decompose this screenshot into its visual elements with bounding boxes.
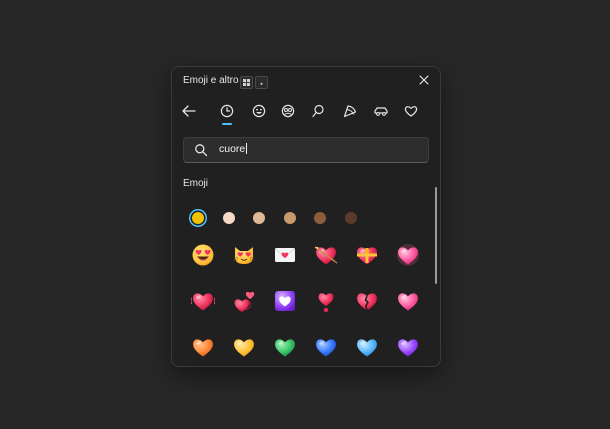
arrow-left-icon (182, 105, 196, 117)
emoji-love-letter[interactable] (272, 242, 298, 268)
broken-heart-icon (357, 293, 377, 311)
glowing-heart-icon (397, 244, 419, 266)
emoji-panel: Emoji e altro cuore Emoji (171, 66, 441, 367)
search-value: cuore (219, 143, 246, 155)
emoji-glowing-heart[interactable] (395, 242, 421, 268)
tab-recent[interactable] (215, 100, 239, 125)
skin-tone-swatch-2[interactable] (222, 212, 235, 224)
smiley-icon (252, 104, 266, 118)
clock-icon (220, 104, 234, 118)
search-field[interactable]: cuore (183, 137, 429, 163)
panel-title: Emoji e altro (183, 75, 239, 86)
skin-tone-swatch-4[interactable] (283, 212, 296, 224)
emoji-cat-with-heart-eyes[interactable] (231, 242, 257, 268)
emoji-green-heart[interactable] (272, 334, 298, 360)
emoji-growing-heart[interactable] (395, 288, 421, 314)
tab-food[interactable] (338, 100, 362, 122)
cat-with-heart-eyes-icon (233, 247, 255, 264)
growing-heart-icon (398, 293, 418, 311)
balloon-icon (312, 104, 324, 118)
emoji-heart-with-ribbon[interactable] (354, 242, 380, 268)
search-icon (195, 144, 208, 157)
emoji-yellow-heart[interactable] (231, 334, 257, 360)
car-icon (374, 107, 388, 116)
blue-heart-icon (316, 339, 336, 357)
close-button[interactable] (417, 73, 431, 87)
tab-travel[interactable] (369, 100, 393, 122)
heart-with-arrow-icon (314, 246, 338, 265)
green-heart-icon (275, 339, 295, 357)
windows-key-icon (240, 76, 253, 89)
skin-tone-swatch-3[interactable] (253, 212, 265, 224)
emoji-heart-with-arrow[interactable] (313, 242, 339, 268)
purple-heart-icon (398, 339, 418, 357)
tab-smileys[interactable] (247, 100, 271, 122)
emoji-light-blue-heart[interactable] (354, 334, 380, 360)
emoji-beating-heart[interactable] (190, 288, 216, 314)
skin-tone-swatch-5[interactable] (314, 212, 326, 224)
emoji-heart-decoration[interactable] (272, 288, 298, 314)
scrollbar-thumb[interactable] (435, 187, 437, 284)
beating-heart-icon (191, 293, 215, 311)
love-letter-icon (274, 248, 296, 262)
close-icon (419, 75, 429, 85)
heart-outline-icon (404, 106, 418, 117)
tab-celebration[interactable] (306, 100, 330, 122)
search-input[interactable]: cuore (219, 143, 248, 155)
people-icon (281, 104, 295, 118)
skin-tone-swatch-1[interactable] (192, 212, 204, 224)
emoji-purple-heart[interactable] (395, 334, 421, 360)
orange-heart-icon (193, 339, 213, 357)
pizza-icon (343, 105, 357, 118)
back-button[interactable] (177, 100, 201, 122)
yellow-heart-icon (234, 339, 254, 357)
selected-tab-indicator (222, 123, 232, 125)
emoji-revolving-hearts[interactable] (231, 288, 257, 314)
tab-people[interactable] (276, 100, 300, 122)
period-key-icon (255, 76, 268, 89)
text-caret (246, 143, 248, 154)
revolving-hearts-icon (234, 291, 255, 313)
light-blue-heart-icon (357, 339, 377, 357)
heart-decoration-icon (275, 291, 295, 311)
emoji-heart-exclamation[interactable] (313, 288, 339, 314)
heart-exclamation-icon (318, 293, 334, 313)
category-tabs (172, 100, 440, 126)
heart-with-ribbon-icon (357, 247, 377, 265)
smiling-face-with-heart-eyes-icon (192, 244, 214, 266)
section-heading: Emoji (183, 178, 209, 189)
emoji-orange-heart[interactable] (190, 334, 216, 360)
tab-symbols[interactable] (399, 100, 423, 122)
emoji-smiling-face-with-heart-eyes[interactable] (190, 242, 216, 268)
emoji-blue-heart[interactable] (313, 334, 339, 360)
emoji-broken-heart[interactable] (354, 288, 380, 314)
skin-tone-swatch-6[interactable] (344, 212, 357, 224)
